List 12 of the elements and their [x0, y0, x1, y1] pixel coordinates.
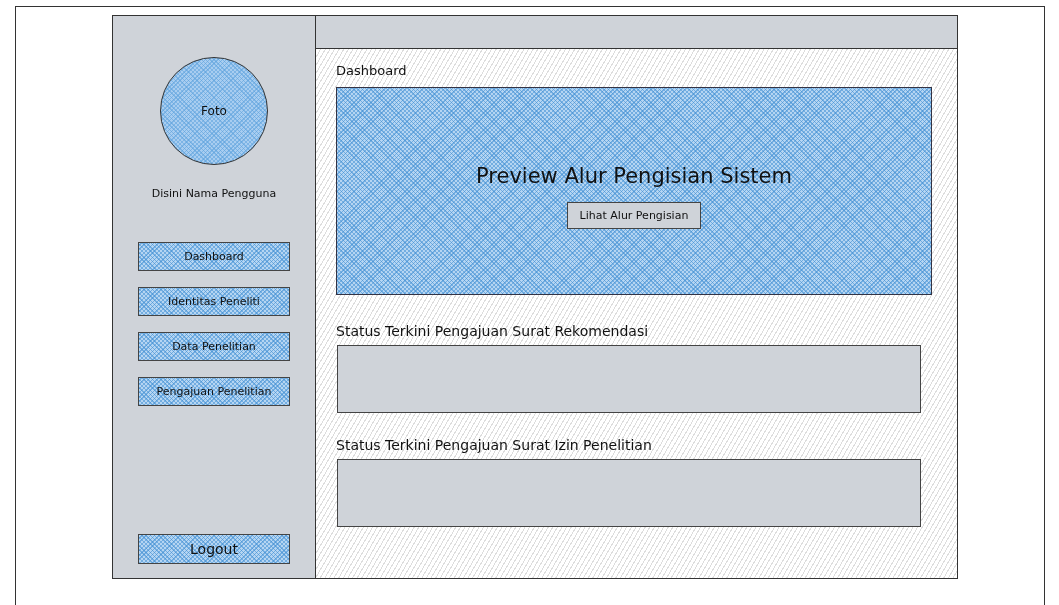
preview-title: Preview Alur Pengisian Sistem	[476, 163, 792, 188]
photo-label: Foto	[201, 104, 227, 118]
nav-button[interactable]: Pengajuan Penelitian	[138, 377, 290, 406]
nav-button[interactable]: Data Penelitian	[138, 332, 290, 361]
page-title: Dashboard	[336, 63, 408, 80]
view-flow-button[interactable]: Lihat Alur Pengisian	[566, 201, 702, 229]
user-name: Disini Nama Pengguna	[151, 187, 277, 200]
nav-button[interactable]: Identitas Peneliti	[138, 287, 290, 316]
logout-button[interactable]: Logout	[138, 534, 290, 564]
status-title: Status Terkini Pengajuan Surat Rekomendasi	[336, 323, 650, 341]
status-title: Status Terkini Pengajuan Surat Izin Penelitian	[336, 437, 653, 455]
nav-button[interactable]: Dashboard	[138, 242, 290, 271]
